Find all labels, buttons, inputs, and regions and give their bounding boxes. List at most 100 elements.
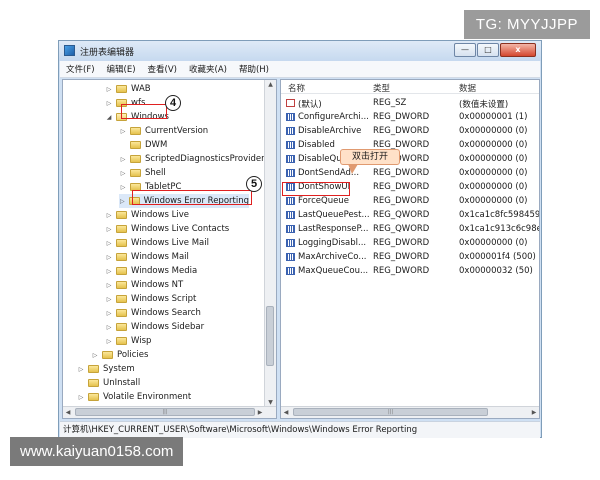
expand-icon[interactable]: ▷ — [105, 268, 113, 275]
value-data: 0x00000000 (0) — [459, 238, 528, 248]
value-row-configurearchive[interactable]: ConfigureArchi... REG_DWORD 0x00000001 (… — [281, 110, 539, 124]
values-list-pane[interactable]: 名称 类型 数据 (默认) REG_SZ (数值未设置) ConfigureAr… — [280, 79, 540, 419]
folder-icon — [130, 127, 141, 135]
tree-item-windows-search[interactable]: ▷ Windows Search — [105, 306, 201, 320]
column-data-header[interactable]: 数据 — [459, 82, 476, 94]
expand-icon[interactable]: ▷ — [119, 198, 126, 205]
tree-item-windows-sidebar[interactable]: ▷ Windows Sidebar — [105, 320, 204, 334]
value-type: REG_DWORD — [373, 168, 430, 178]
scroll-up-arrow-icon[interactable]: ▲ — [265, 80, 276, 90]
expand-icon[interactable]: ▷ — [77, 394, 85, 401]
tree-vertical-scrollbar[interactable]: ▲ ▼ — [264, 80, 276, 408]
tree-item-windows-live[interactable]: ▷ Windows Live — [105, 208, 189, 222]
expand-icon[interactable]: ▷ — [105, 100, 113, 107]
tree-item-wab[interactable]: ▷ WAB — [105, 82, 151, 96]
value-data: 0x00000000 (0) — [459, 140, 528, 150]
column-type-header[interactable]: 类型 — [373, 82, 390, 94]
expand-icon[interactable]: ▷ — [105, 310, 113, 317]
minimize-button[interactable]: — — [454, 43, 476, 57]
tree-item-windows-mail[interactable]: ▷ Windows Mail — [105, 250, 189, 264]
expand-icon[interactable]: ▷ — [105, 338, 113, 345]
value-row-default[interactable]: (默认) REG_SZ (数值未设置) — [281, 96, 539, 110]
expand-icon[interactable]: ▷ — [119, 156, 127, 163]
expand-icon[interactable]: ▷ — [105, 226, 113, 233]
maximize-button[interactable]: □ — [477, 43, 499, 57]
folder-icon — [116, 239, 127, 247]
scroll-thumb[interactable] — [266, 306, 274, 366]
expand-icon[interactable]: ▷ — [105, 296, 113, 303]
scroll-left-arrow-icon[interactable]: ◀ — [281, 407, 291, 418]
expand-icon[interactable]: ▷ — [105, 240, 113, 247]
scroll-left-arrow-icon[interactable]: ◀ — [63, 407, 73, 418]
tree-item-wisp[interactable]: ▷ Wisp — [105, 334, 152, 348]
tree-item-shell[interactable]: ▷ Shell — [119, 166, 166, 180]
tree-item-label: Windows Live Contacts — [131, 224, 230, 234]
folder-icon — [116, 295, 127, 303]
menu-view[interactable]: 查看(V) — [142, 63, 183, 75]
tree-item-dwm[interactable]: DWM — [119, 138, 167, 152]
key-tree-pane[interactable]: ▷ WAB ▷ wfs ◢ Windows ▷ CurrentVersion DWM ▷… — [62, 79, 277, 419]
expand-icon[interactable]: ▷ — [105, 282, 113, 289]
value-row-dontsendadditionaldata[interactable]: DontSendAd... REG_DWORD 0x00000000 (0) — [281, 166, 539, 180]
tree-item-windows-live-mail[interactable]: ▷ Windows Live Mail — [105, 236, 209, 250]
folder-icon — [116, 225, 127, 233]
value-row-loggingdisabled[interactable]: LoggingDisabl... REG_DWORD 0x00000000 (0… — [281, 236, 539, 250]
menu-bar: 文件(F) 编辑(E) 查看(V) 收藏夹(A) 帮助(H) — [60, 61, 540, 78]
menu-file[interactable]: 文件(F) — [60, 63, 101, 75]
menu-help[interactable]: 帮助(H) — [233, 63, 275, 75]
value-type: REG_DWORD — [373, 196, 430, 206]
expand-icon[interactable]: ▷ — [119, 170, 127, 177]
tree-item-currentversion[interactable]: ▷ CurrentVersion — [119, 124, 209, 138]
folder-icon — [116, 323, 127, 331]
value-row-lastqueuepest[interactable]: LastQueuePest... REG_QWORD 0x1ca1c8fc598… — [281, 208, 539, 222]
folder-icon — [130, 141, 141, 149]
tree-item-label: Policies — [117, 350, 149, 360]
tree-item-windows-live-contacts[interactable]: ▷ Windows Live Contacts — [105, 222, 230, 236]
expand-icon[interactable]: ▷ — [105, 86, 113, 93]
scroll-right-arrow-icon[interactable]: ▶ — [529, 407, 539, 418]
close-button[interactable]: x — [500, 43, 536, 57]
value-row-disablequeue[interactable]: DisableQu... REG_DWORD 0x00000000 (0) — [281, 152, 539, 166]
tree-horizontal-scrollbar[interactable]: ◀ ||| ▶ — [63, 406, 276, 418]
expand-icon[interactable]: ▷ — [91, 352, 99, 359]
tree-item-label: DWM — [145, 140, 168, 150]
value-row-maxqueuecount[interactable]: MaxQueueCou... REG_DWORD 0x00000032 (50) — [281, 264, 539, 278]
menu-favorites[interactable]: 收藏夹(A) — [183, 63, 233, 75]
tree-item-volatile-environment[interactable]: ▷ Volatile Environment — [77, 390, 192, 404]
value-name: (默认) — [298, 100, 322, 110]
value-row-forcequeue[interactable]: ForceQueue REG_DWORD 0x00000000 (0) — [281, 194, 539, 208]
collapse-icon[interactable]: ◢ — [105, 114, 113, 121]
expand-icon[interactable]: ▷ — [105, 254, 113, 261]
tree-item-policies[interactable]: ▷ Policies — [91, 348, 149, 362]
expand-icon[interactable]: ▷ — [77, 366, 85, 373]
tree-item-windows-media[interactable]: ▷ Windows Media — [105, 264, 198, 278]
expand-icon[interactable]: ▷ — [105, 212, 113, 219]
tree-item-windows-nt[interactable]: ▷ Windows NT — [105, 278, 184, 292]
column-name-header[interactable]: 名称 — [288, 82, 305, 94]
dword-value-icon — [286, 127, 295, 135]
folder-icon — [116, 337, 127, 345]
tree-item-system[interactable]: ▷ System — [77, 362, 135, 376]
value-row-lastresponsep[interactable]: LastResponseP... REG_QWORD 0x1ca1c913c6c… — [281, 222, 539, 236]
tree-item-label: Windows Sidebar — [131, 322, 205, 332]
scroll-thumb[interactable]: ||| — [293, 408, 488, 416]
expand-icon[interactable]: ▷ — [119, 128, 127, 135]
scroll-right-arrow-icon[interactable]: ▶ — [255, 407, 265, 418]
regedit-app-icon — [64, 45, 75, 56]
value-row-maxarchivecount[interactable]: MaxArchiveCo... REG_DWORD 0x000001f4 (50… — [281, 250, 539, 264]
value-row-disablearchive[interactable]: DisableArchive REG_DWORD 0x00000000 (0) — [281, 124, 539, 138]
value-name: ForceQueue — [298, 196, 349, 206]
scroll-thumb[interactable]: ||| — [75, 408, 255, 416]
tree-item-scripteddiagnosticsprovider[interactable]: ▷ ScriptedDiagnosticsProvider — [119, 152, 265, 166]
dword-value-icon — [286, 267, 295, 275]
value-row-disabled[interactable]: Disabled REG_DWORD 0x00000000 (0) — [281, 138, 539, 152]
window-title: 注册表编辑器 — [80, 48, 135, 58]
expand-icon[interactable]: ▷ — [119, 184, 127, 191]
menu-edit[interactable]: 编辑(E) — [101, 63, 142, 75]
values-horizontal-scrollbar[interactable]: ◀ ||| ▶ — [281, 406, 539, 418]
tree-item-windows-script[interactable]: ▷ Windows Script — [105, 292, 197, 306]
tree-item-uninstall[interactable]: UnInstall — [77, 376, 140, 390]
value-name: MaxQueueCou... — [298, 266, 369, 276]
value-data: 0x00000000 (0) — [459, 182, 528, 192]
expand-icon[interactable]: ▷ — [105, 324, 113, 331]
